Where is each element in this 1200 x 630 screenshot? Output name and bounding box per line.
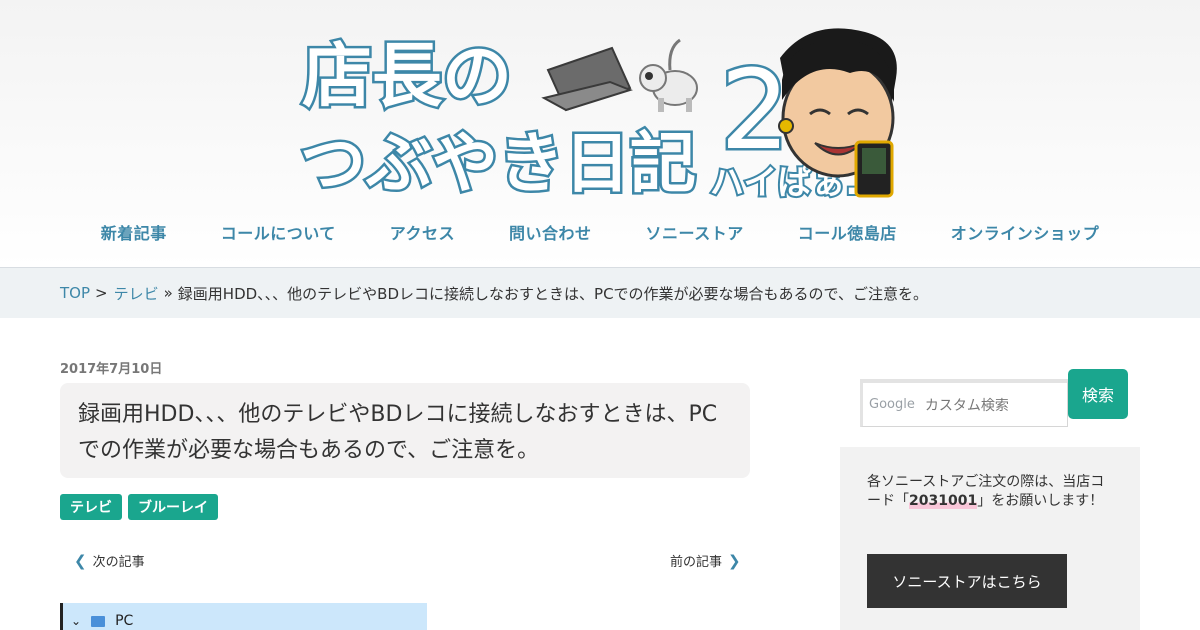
article-screenshot-image: ⌄ PC bbox=[60, 603, 427, 630]
robot-dog-icon bbox=[639, 38, 698, 112]
nav-item-tokushima-store[interactable]: コール徳島店 bbox=[771, 212, 924, 252]
global-nav: 新着記事 コールについて アクセス 問い合わせ ソニーストア コール徳島店 オン… bbox=[0, 212, 1200, 252]
article-title-box: 録画用HDD、、、他のテレビやBDレコに接続しなおすときは、PCでの作業が必要な… bbox=[60, 383, 750, 478]
breadcrumb-separator: > bbox=[95, 284, 108, 302]
nav-item-access[interactable]: アクセス bbox=[363, 212, 482, 252]
article-title: 録画用HDD、、、他のテレビやBDレコに接続しなおすときは、PCでの作業が必要な… bbox=[78, 402, 718, 463]
nav-item-new-articles[interactable]: 新着記事 bbox=[74, 212, 194, 252]
article-date: 2017年7月10日 bbox=[60, 362, 163, 377]
breadcrumb-current: 録画用HDD、、、他のテレビやBDレコに接続しなおすときは、PCでの作業が必要な… bbox=[177, 284, 928, 303]
previous-article-label: 前の記事 bbox=[670, 555, 723, 570]
laptop-icon bbox=[541, 46, 633, 112]
google-brand-label: Google bbox=[869, 397, 915, 412]
logo-text-line2: つぶやき日記 bbox=[300, 125, 696, 200]
search-button[interactable]: 検索 bbox=[1068, 369, 1128, 419]
breadcrumb-separator: » bbox=[163, 284, 173, 302]
article-tags: テレビ ブルーレイ bbox=[60, 494, 218, 520]
logo-text-line1: 店長の bbox=[302, 35, 512, 117]
store-code: 2031001 bbox=[909, 493, 978, 509]
explorer-tree-row: ⌄ PC bbox=[71, 613, 133, 629]
previous-article-link[interactable]: 前の記事 ❯ bbox=[670, 551, 741, 571]
pc-folder-icon bbox=[91, 615, 106, 627]
tag-tv[interactable]: テレビ bbox=[60, 494, 122, 520]
search-placeholder: カスタム検索 bbox=[924, 397, 1009, 414]
breadcrumb: TOP > テレビ » 録画用HDD、、、他のテレビやBDレコに接続しなおすとき… bbox=[0, 268, 1200, 318]
chevron-down-icon: ⌄ bbox=[71, 614, 82, 628]
site-logo[interactable]: 店長の つぶやき日記 2 ハイぱぁ... bbox=[290, 18, 910, 200]
sony-store-button[interactable]: ソニーストアはこちら bbox=[867, 554, 1067, 608]
site-header: 店長の つぶやき日記 2 ハイぱぁ... 新着記事 コールについて アクセス 問… bbox=[0, 0, 1200, 268]
sidebar-notice-text: 各ソニーストアご注文の際は、当店コード「2031001」をお願いします！ bbox=[867, 474, 1105, 509]
next-article-link[interactable]: ❮ 次の記事 bbox=[74, 551, 145, 571]
nav-item-online-shop[interactable]: オンラインショップ bbox=[924, 212, 1127, 252]
next-article-label: 次の記事 bbox=[92, 555, 145, 570]
logo-number-2: 2 bbox=[720, 46, 790, 174]
nav-item-sony-store[interactable]: ソニーストア bbox=[619, 212, 771, 252]
chevron-left-icon: ❮ bbox=[74, 551, 87, 570]
chevron-right-icon: ❯ bbox=[728, 551, 741, 570]
breadcrumb-top-link[interactable]: TOP bbox=[60, 284, 90, 302]
explorer-tree-label: PC bbox=[115, 613, 134, 629]
tag-bluray[interactable]: ブルーレイ bbox=[128, 494, 218, 520]
nav-item-contact[interactable]: 問い合わせ bbox=[482, 212, 619, 252]
nav-item-about[interactable]: コールについて bbox=[194, 212, 363, 252]
search-input[interactable]: Google カスタム検索 bbox=[860, 379, 1068, 427]
breadcrumb-category-link[interactable]: テレビ bbox=[114, 283, 159, 304]
